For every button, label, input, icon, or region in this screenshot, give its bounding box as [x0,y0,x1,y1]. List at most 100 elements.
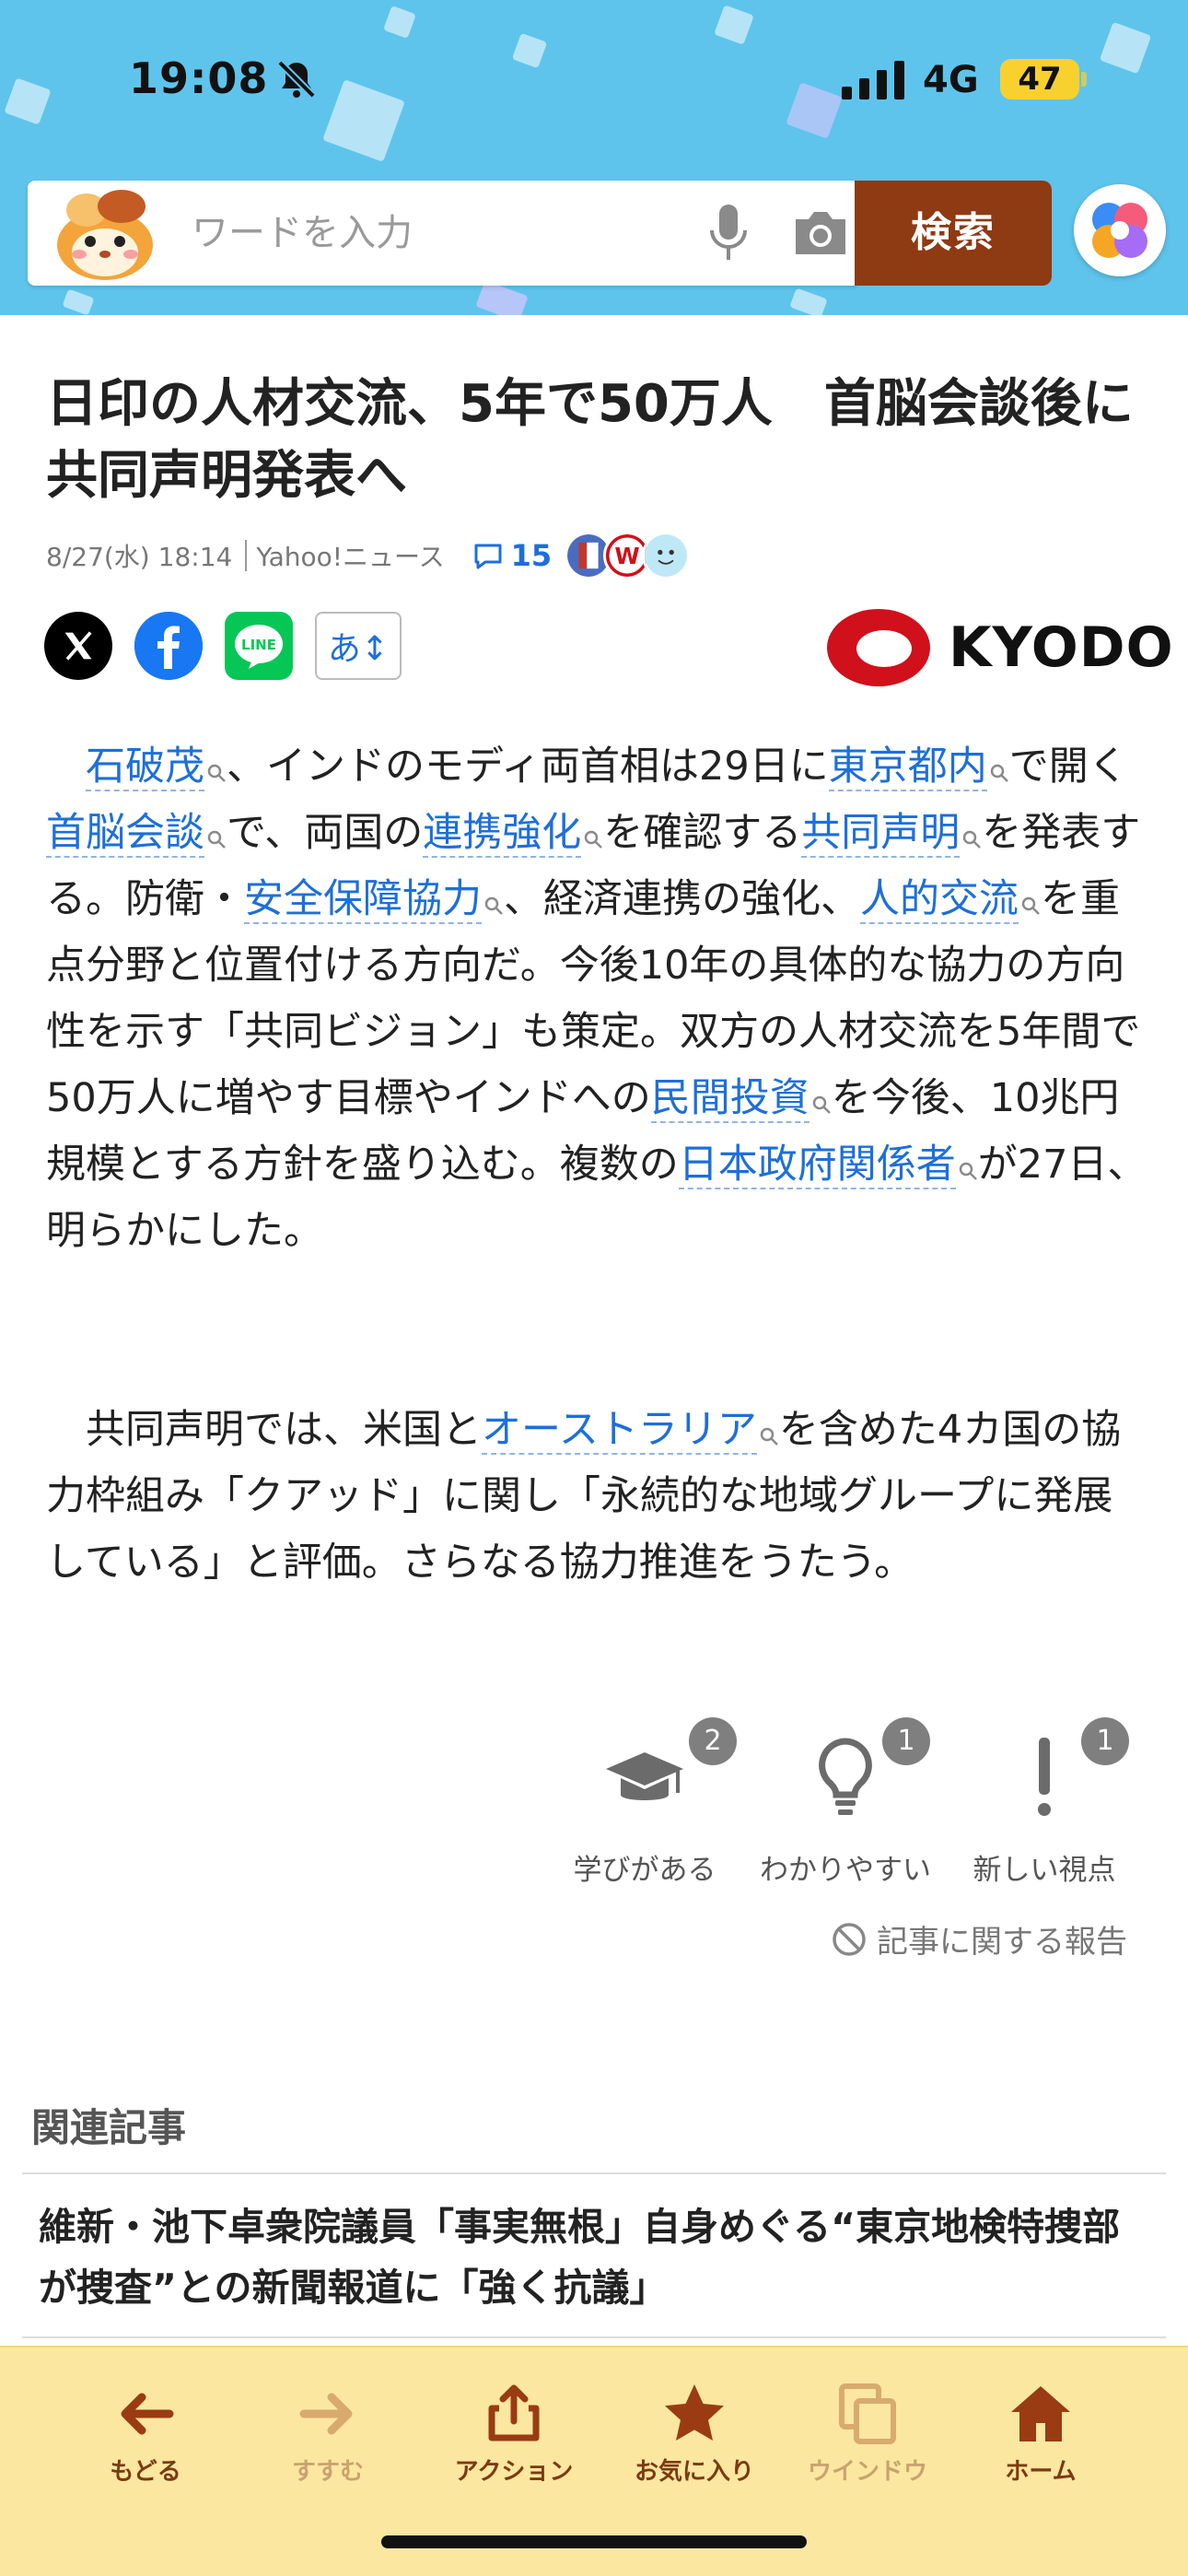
reaction-label: 新しい視点 [973,1854,1116,1887]
cellular-signal-icon [842,61,904,100]
back-button[interactable]: もどる [63,2381,228,2487]
home-label: ホーム [1005,2458,1077,2486]
divider [22,2336,1166,2338]
report-label: 記事に関する報告 [877,1924,1127,1961]
share-upload-icon [488,2384,540,2441]
svg-text:LINE: LINE [241,637,276,653]
back-label: もどる [110,2458,181,2486]
magnifier-icon [207,830,226,849]
share-x-button[interactable] [44,612,112,680]
article-title: 日印の人材交流、5年で50万人 首脳会談後に共同声明発表へ [46,374,1134,506]
related-articles-heading: 関連記事 [31,2105,187,2150]
magnifier-icon [484,896,503,915]
reaction-count-badge: 1 [882,1717,930,1765]
share-buttons: LINE あ↕ [44,612,424,680]
ai-assistant-button[interactable] [1074,184,1166,276]
confetti-decoration [62,288,95,315]
paragraph-text: 、インドのモディ両首相は29日に [227,744,829,790]
ai-assistant-icon [1092,203,1147,258]
paragraph-text: 共同声明では、米国と [46,1407,482,1453]
home-icon [1011,2386,1070,2441]
battery-indicator: 47 [1000,59,1079,100]
star-icon [665,2384,724,2441]
window-button[interactable]: ウインドウ [785,2381,950,2487]
guinea-pig-mascot-icon[interactable] [50,186,160,282]
paragraph-text [46,744,86,790]
keyword-link[interactable]: 東京都内 [828,744,987,791]
paragraph-text: で、両国の [227,810,424,856]
keyword-link[interactable]: 石破茂 [86,744,204,791]
graduation-cap-icon [606,1752,683,1800]
confetti-decoration [383,6,416,39]
home-button[interactable]: ホーム [958,2381,1124,2487]
favorites-button[interactable]: お気に入り [611,2381,777,2487]
favorites-label: お気に入り [634,2458,754,2486]
article-paragraph-2: 共同声明では、米国とオーストラリア を含めた4カ国の協力枠組み「クアッド」に関し「… [46,1397,1151,1596]
share-line-button[interactable]: LINE [225,612,293,680]
magnifier-icon [1021,896,1040,915]
x-logo-icon [64,631,92,661]
commenter-avatars[interactable]: W [565,532,691,580]
comment-count: 15 [510,538,553,573]
line-logo-icon: LINE [235,625,283,669]
lightbulb-icon [819,1738,872,1815]
keyword-link[interactable]: 人的交流 [860,876,1019,924]
confetti-decoration [714,5,754,45]
home-indicator [381,2535,807,2548]
confetti-decoration [786,82,843,139]
magnifier-icon [990,764,1008,782]
report-article-link[interactable]: 記事に関する報告 [831,1916,1127,1961]
keyword-link[interactable]: 連携強化 [423,810,582,858]
arrow-right-icon [299,2393,353,2435]
keyword-link[interactable]: 民間投資 [650,1075,809,1123]
search-button[interactable]: 検索 [855,181,1052,286]
microphone-icon[interactable] [705,203,751,263]
keyword-link[interactable]: 日本政府関係者 [678,1142,956,1189]
paragraph-text: で開く [1008,744,1128,790]
bell-muted-icon [277,60,316,99]
network-type: 4G [923,59,979,101]
confetti-decoration [475,280,529,315]
action-button[interactable]: アクション [431,2381,597,2487]
keyword-link[interactable]: オーストラリア [482,1407,757,1455]
share-facebook-button[interactable] [134,612,203,680]
keyword-link[interactable]: 首脳会談 [46,810,204,858]
paragraph-text: を確認する [603,810,802,856]
article-datetime: 8/27(水) 18:14 [46,542,233,572]
action-label: アクション [454,2458,574,2486]
camera-icon[interactable] [792,206,849,258]
font-size-button[interactable]: あ↕ [315,612,402,680]
reaction-count-badge: 2 [689,1717,737,1765]
search-input[interactable] [192,181,689,286]
forward-button[interactable]: すすむ [245,2381,411,2487]
app-header: 19:08 4G 47 ワードを入力 検索 [0,0,1188,315]
keyword-link[interactable]: 共同声明 [801,810,961,858]
exclamation-icon [1038,1738,1051,1816]
arrow-left-icon [121,2393,174,2435]
svg-text:W: W [614,543,639,569]
confetti-decoration [4,77,52,125]
magnifier-icon [812,1095,831,1114]
status-time: 19:08 [129,53,269,103]
article-source: Yahoo!ニュース [256,542,445,572]
comment-icon [474,544,502,569]
paragraph-text: 、経済連携の強化、 [504,876,860,922]
magnifier-icon [963,830,982,849]
facebook-logo-icon [134,612,203,680]
comments-link[interactable]: 15 [472,538,553,573]
ban-icon [833,1922,866,1956]
magnifier-icon [585,830,603,849]
related-article-link[interactable]: 維新・池下卓衆院議員「事実無根」自身めぐる“東京地検特捜部が捜査”との新聞報道に… [39,2196,1153,2318]
confetti-decoration [1099,21,1152,75]
keyword-link[interactable]: 安全保障協力 [244,876,482,924]
battery-tip [1081,72,1087,87]
confetti-decoration [322,79,405,162]
meta-divider [245,540,248,571]
article-meta: 8/27(水) 18:14 Yahoo!ニュース 15 W [46,532,691,580]
magnifier-icon [207,764,226,782]
reaction-label: わかりやすい [760,1854,931,1887]
window-label: ウインドウ [807,2458,927,2486]
confetti-decoration [789,287,828,315]
divider [22,2172,1166,2174]
reaction-count-badge: 1 [1081,1717,1129,1765]
